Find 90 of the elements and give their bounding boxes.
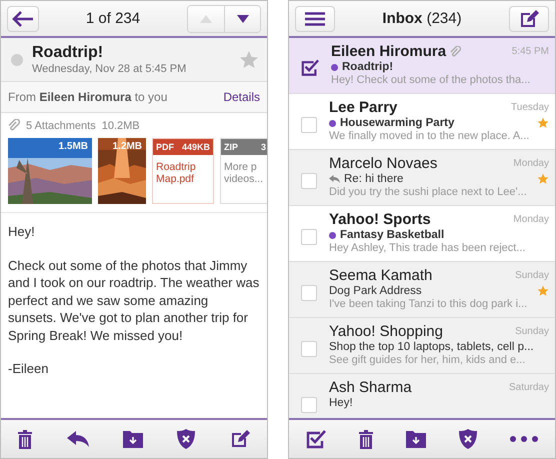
message-preview: Hey Ashley, This trade has been reject...: [329, 242, 526, 254]
message-counter: 1 of 234: [84, 10, 142, 27]
message-preview: Hey! Check out some of the photos tha...: [331, 74, 532, 86]
file-type: PDF: [156, 142, 174, 152]
compose-button[interactable]: [509, 6, 549, 32]
details-link[interactable]: Details: [223, 90, 260, 104]
message-time: Monday: [513, 214, 549, 225]
back-button[interactable]: [7, 6, 39, 32]
message-row[interactable]: Ash Sharma Saturday Hey!: [289, 374, 555, 418]
photo-attachment[interactable]: 1.5MB: [8, 138, 92, 204]
message-preview: We finally moved in to the new place. A...: [329, 130, 530, 142]
sender-name: Lee Parry: [329, 99, 398, 116]
paperclip-icon: [8, 119, 20, 132]
message-preview: See gift guides for her, him, kids and e...: [329, 354, 526, 366]
compose-icon: [230, 429, 250, 449]
message-row[interactable]: Marcelo Novaes Monday Re: hi there Did you try the sushi place next to Lee'...: [289, 150, 555, 206]
reply-arrow-icon: [66, 431, 89, 447]
file-type: ZIP: [224, 142, 238, 152]
sender-name: Seema Kamath: [329, 267, 432, 284]
message-time: Sunday: [515, 326, 549, 337]
message-row[interactable]: Yahoo! Shopping Sunday Shop the top 10 laptops, tablets, cell p... See gift guides for her, him, kids and e...: [289, 318, 555, 374]
checkbox[interactable]: [301, 117, 317, 133]
subject-title: Roadtrip!: [32, 44, 104, 62]
message-time: Monday: [513, 158, 549, 169]
star-icon[interactable]: [239, 50, 259, 70]
message-row[interactable]: Eileen Hiromura 5:45 PM Roadtrip! Hey! Check out some of the photos tha...: [289, 38, 555, 94]
file-size: 449KB: [182, 142, 210, 152]
sender-name: Yahoo! Shopping: [329, 323, 443, 340]
message-subject: Dog Park Address: [329, 285, 422, 297]
folder-icon: [406, 430, 426, 448]
checkbox[interactable]: [301, 229, 317, 245]
file-size: 1.2MB: [112, 141, 142, 152]
message-subject: Fantasy Basketball: [340, 229, 444, 241]
unread-dot: [329, 232, 336, 238]
unread-dot: [329, 120, 336, 126]
trash-icon: [18, 430, 32, 448]
next-button[interactable]: [224, 6, 260, 32]
trash-icon: [358, 430, 373, 448]
shield-icon: [177, 429, 196, 449]
file-size: 3: [260, 142, 266, 152]
file-name: Roadtrip Map.pdf: [155, 160, 197, 186]
more-icon: [510, 436, 538, 442]
checkbox[interactable]: [301, 397, 317, 413]
message-time: Saturday: [508, 382, 549, 393]
checkbox[interactable]: [301, 285, 317, 301]
photo-attachment[interactable]: 1.2MB: [98, 138, 146, 204]
message-preview: I've been taking Tanzi to this dog park i...: [329, 298, 528, 310]
message-subject: Housewarming Party: [340, 117, 454, 129]
sender-name: Marcelo Novaes: [329, 155, 438, 172]
message-paragraph: Check out some of the photos that Jimmy and I took on our roadtrip. The weather was perfect and we saw some amazing sunsets. We've got to plan another trip for Spring Break! We missed you!: [8, 256, 260, 344]
up-triangle-icon: [199, 14, 213, 24]
message-subject: Re: hi there: [344, 173, 404, 185]
back-arrow-icon: [12, 10, 34, 26]
checkbox[interactable]: [301, 341, 317, 357]
checkbox[interactable]: [301, 173, 317, 189]
message-subject: Shop the top 10 laptops, tablets, cell p...: [329, 341, 534, 353]
file-size: 1.5MB: [58, 141, 88, 152]
message-date: Wednesday, Nov 28 at 5:45 PM: [32, 63, 186, 75]
shield-icon: [459, 429, 478, 449]
star-icon[interactable]: [537, 285, 549, 297]
unread-dot: [331, 64, 338, 70]
message-preview: Did you try the sushi place next to Lee'...: [329, 186, 528, 198]
message-paragraph: -Eileen: [8, 360, 50, 378]
message-subject: Hey!: [329, 397, 353, 409]
file-name: More p videos...: [223, 160, 264, 186]
attachment-count: 5 Attachments: [26, 120, 96, 132]
file-attachment[interactable]: ZIP 3 More p videos...: [220, 138, 267, 204]
compose-icon: [519, 8, 539, 28]
folder-icon: [122, 430, 143, 448]
checkbox[interactable]: [301, 59, 319, 77]
message-row[interactable]: Seema Kamath Sunday Dog Park Address I've been taking Tanzi to this dog park i...: [289, 262, 555, 318]
message-time: Tuesday: [511, 102, 549, 113]
message-time: Sunday: [515, 270, 549, 281]
menu-icon: [305, 12, 325, 26]
sender-name: Ash Sharma: [329, 379, 412, 396]
file-attachment[interactable]: PDF 449KB Roadtrip Map.pdf: [152, 138, 214, 204]
read-status-icon: [11, 54, 23, 66]
sender-name: Eileen Hiromura: [331, 43, 446, 60]
down-triangle-icon: [236, 14, 250, 24]
message-subject: Roadtrip!: [342, 61, 394, 73]
menu-button[interactable]: [295, 6, 335, 32]
sender-name: Yahoo! Sports: [329, 211, 431, 228]
inbox-title: Inbox (234): [381, 10, 463, 27]
star-icon[interactable]: [537, 117, 549, 129]
message-time: 5:45 PM: [512, 46, 549, 57]
message-paragraph: Hey!: [8, 223, 36, 241]
attachment-total-size: 10.2MB: [102, 120, 140, 132]
checkbox-icon: [306, 430, 326, 448]
sender-line: From Eileen Hiromura to you: [8, 90, 168, 104]
star-icon[interactable]: [537, 173, 549, 185]
